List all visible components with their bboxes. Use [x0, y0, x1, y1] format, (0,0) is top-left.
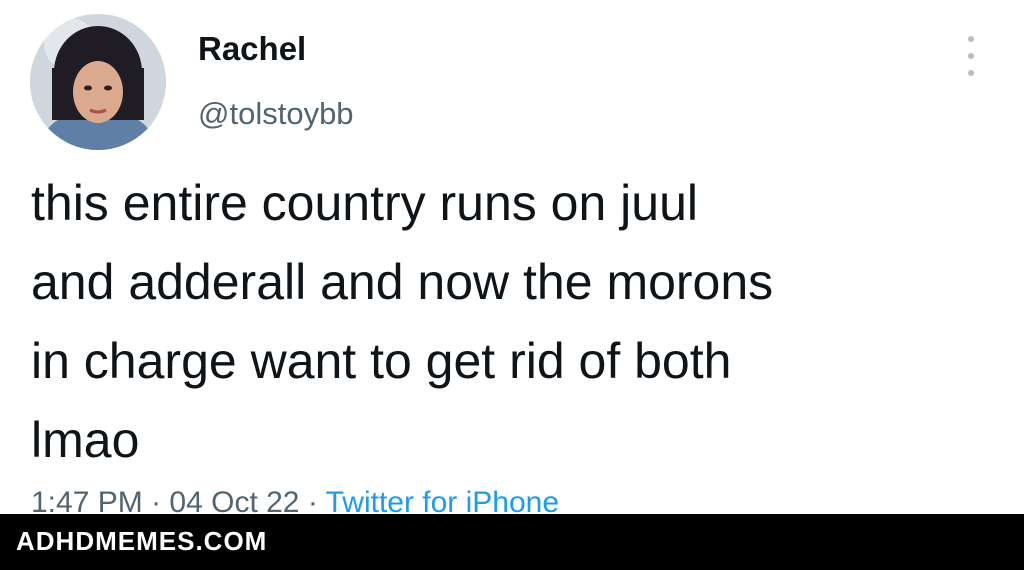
more-dot [968, 53, 974, 59]
watermark-text: ADHDMEMES.COM [16, 526, 268, 556]
tweet-card: Rachel @tolstoybb this entire country ru… [0, 0, 1024, 514]
display-name[interactable]: Rachel [198, 30, 306, 68]
more-options-icon[interactable] [956, 36, 986, 76]
avatar-portrait-icon [30, 14, 166, 150]
watermark-bar: ADHDMEMES.COM [0, 514, 1024, 570]
tweet-date[interactable]: 04 Oct 22 [169, 486, 299, 514]
tweet-text: this entire country runs on juul and add… [31, 175, 774, 468]
more-dot [968, 70, 974, 76]
tweet-metadata: 1:47 PM · 04 Oct 22 · Twitter for iPhone [31, 486, 559, 514]
tweet-source-link[interactable]: Twitter for iPhone [326, 486, 559, 514]
avatar[interactable] [30, 14, 166, 150]
meta-separator: · [142, 486, 170, 514]
tweet-time[interactable]: 1:47 PM [31, 486, 143, 514]
user-handle[interactable]: @tolstoybb [198, 96, 354, 132]
more-dot [968, 36, 974, 42]
meta-separator: · [299, 486, 326, 514]
